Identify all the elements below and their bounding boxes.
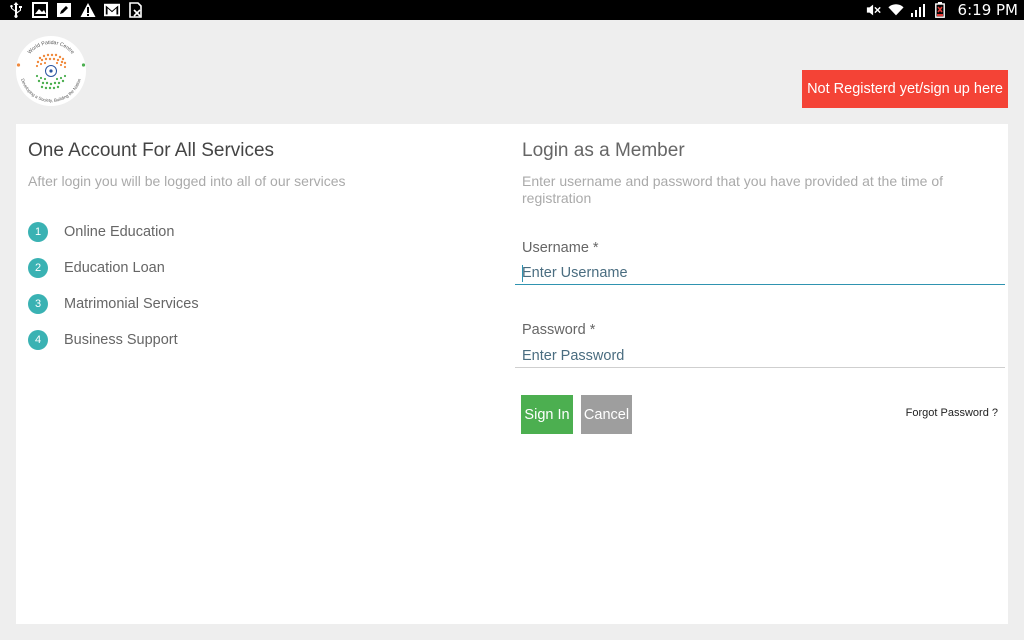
sign-in-button[interactable]: Sign In bbox=[521, 395, 573, 434]
service-label: Business Support bbox=[64, 332, 178, 348]
usb-icon bbox=[8, 2, 24, 18]
service-label: Education Loan bbox=[64, 260, 165, 276]
status-bar: 6:19 PM bbox=[0, 0, 1024, 20]
mute-icon bbox=[866, 2, 882, 18]
no-sim-icon bbox=[128, 2, 144, 18]
password-input[interactable] bbox=[515, 344, 1005, 368]
text-cursor bbox=[522, 265, 523, 282]
signup-button[interactable]: Not Registerd yet/sign up here bbox=[802, 70, 1008, 108]
service-number-badge: 2 bbox=[28, 258, 48, 278]
cancel-button[interactable]: Cancel bbox=[581, 395, 632, 434]
login-card: One Account For All Services After login… bbox=[16, 124, 1008, 624]
service-label: Online Education bbox=[64, 224, 175, 240]
login-subtitle: Enter username and password that you hav… bbox=[522, 173, 944, 206]
system-icons: 6:19 PM bbox=[866, 0, 1018, 20]
warning-icon bbox=[80, 2, 96, 18]
signal-icon bbox=[910, 2, 926, 18]
battery-low-icon bbox=[932, 2, 948, 18]
service-item: 2 Education Loan bbox=[28, 258, 165, 278]
service-number-badge: 1 bbox=[28, 222, 48, 242]
password-label: Password * bbox=[522, 322, 596, 338]
service-item: 4 Business Support bbox=[28, 330, 178, 350]
wifi-icon bbox=[887, 2, 904, 18]
edit-notification-icon bbox=[56, 2, 72, 18]
clock: 6:19 PM bbox=[957, 1, 1018, 19]
services-subtitle: After login you will be logged into all … bbox=[28, 173, 346, 189]
world-patidar-centre-logo: World Patidar Centre Developing a Societ… bbox=[14, 34, 88, 108]
image-notification-icon bbox=[32, 2, 48, 18]
service-item: 1 Online Education bbox=[28, 222, 174, 242]
notification-icons bbox=[8, 2, 144, 18]
login-title: Login as a Member bbox=[522, 140, 685, 161]
service-item: 3 Matrimonial Services bbox=[28, 294, 199, 314]
service-label: Matrimonial Services bbox=[64, 296, 199, 312]
gmail-icon bbox=[104, 2, 120, 18]
services-title: One Account For All Services bbox=[28, 140, 275, 161]
username-label: Username * bbox=[522, 240, 599, 256]
service-number-badge: 4 bbox=[28, 330, 48, 350]
service-number-badge: 3 bbox=[28, 294, 48, 314]
forgot-password-link[interactable]: Forgot Password ? bbox=[906, 407, 998, 419]
username-input[interactable] bbox=[515, 261, 1005, 285]
